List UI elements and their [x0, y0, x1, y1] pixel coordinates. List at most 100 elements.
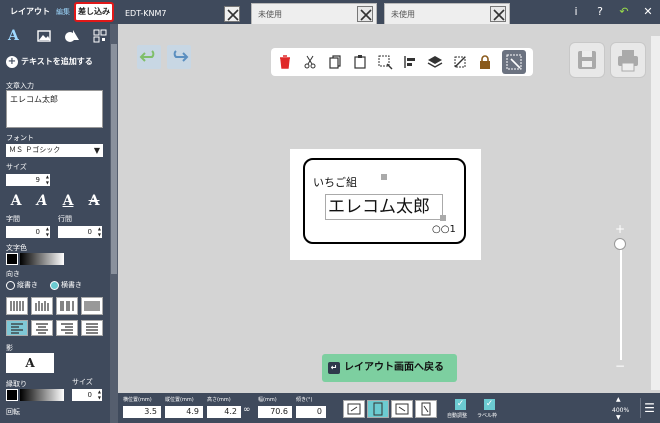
underline-style-button[interactable]: A [58, 192, 78, 210]
text-color-swatch[interactable] [6, 253, 18, 265]
plus-icon: + [6, 55, 18, 68]
align-objects-icon[interactable] [402, 54, 418, 70]
mode-tab-edit[interactable]: 編集 [56, 3, 70, 21]
undo-button[interactable] [137, 45, 161, 69]
italic-style-button[interactable]: A [32, 192, 52, 210]
h-pos-input[interactable]: 3.5 [123, 406, 161, 418]
text-color-gradient-slider[interactable] [20, 253, 64, 265]
add-text-button[interactable]: + テキストを追加する [6, 55, 106, 69]
zoom-slider-track[interactable] [620, 240, 622, 360]
pointer-mode-icon[interactable] [502, 50, 526, 74]
cut-icon[interactable] [302, 54, 318, 70]
align-right-button[interactable] [56, 320, 78, 336]
align-left-button[interactable] [6, 320, 28, 336]
stepper-arrows-icon[interactable]: ▲ ▼ [98, 226, 101, 238]
vertical-writing-radio[interactable]: 縦書き [6, 280, 38, 290]
redo-button[interactable] [167, 45, 191, 69]
print-button[interactable] [610, 42, 646, 78]
paste-icon[interactable] [352, 54, 368, 70]
barcode-style-1-button[interactable] [6, 297, 28, 315]
shadow-style-button[interactable]: A [6, 353, 54, 373]
close-tab-icon[interactable] [357, 6, 373, 22]
auto-adjust-label: 自動調整 [447, 413, 468, 419]
zoom-down-icon[interactable]: ▼ [616, 414, 621, 421]
stepper-arrows-icon[interactable]: ▲ ▼ [46, 226, 49, 238]
document-tab-label: 未使用 [391, 10, 415, 19]
sidebar-scrollbar-thumb[interactable] [111, 44, 117, 274]
border-size-value: 0 [87, 391, 92, 399]
barcode-style-4-button[interactable] [81, 297, 103, 315]
label-text-number[interactable]: ○○1 [432, 224, 456, 235]
barcode-style-3-button[interactable] [56, 297, 78, 315]
document-tab-1[interactable]: EDT-KNM7 [118, 3, 244, 24]
border-size-stepper[interactable]: 0 ▲ ▼ [72, 389, 102, 401]
back-to-layout-button[interactable]: ↵ レイアウト画面へ戻る [322, 354, 457, 382]
orientation-1-button[interactable] [343, 400, 365, 418]
border-color-swatch[interactable] [6, 389, 18, 401]
undo-icon[interactable]: ↶ [616, 4, 632, 20]
image-tool-icon[interactable] [36, 28, 52, 44]
zoom-out-icon[interactable]: − [615, 359, 625, 373]
orientation-4-button[interactable] [415, 400, 437, 418]
zoom-up-icon[interactable]: ▲ [616, 396, 621, 403]
vertical-scrollbar[interactable] [651, 36, 660, 390]
link-icon[interactable]: ∞ [243, 405, 251, 415]
char-spacing-label: 字間 [6, 215, 20, 223]
mode-tab-layout[interactable]: レイアウト [10, 3, 50, 21]
border-label: 縁取り [6, 380, 27, 388]
barcode-style-2-button[interactable] [31, 297, 53, 315]
char-spacing-stepper[interactable]: 0 ▲ ▼ [6, 226, 50, 238]
orientation-3-button[interactable] [391, 400, 413, 418]
sidebar: A + テキストを追加する 文章入力 エレコム太郎 フォント ＭＳ Ｐゴシック ▼ … [0, 24, 118, 423]
h-pos-label: 横位置(mm) [123, 397, 152, 403]
return-icon: ↵ [328, 362, 340, 374]
shape-tool-icon[interactable] [64, 28, 80, 44]
close-icon[interactable]: ✕ [640, 4, 656, 20]
document-tab-3[interactable]: 未使用 [384, 3, 510, 24]
stepper-arrows-icon[interactable]: ▲ ▼ [46, 174, 49, 186]
text-color-label: 文字色 [6, 244, 27, 252]
size-stepper[interactable]: 9 ▲ ▼ [6, 174, 50, 186]
close-tab-icon[interactable] [224, 6, 240, 22]
help-icon[interactable]: ? [592, 4, 608, 20]
text-tool-icon[interactable]: A [8, 28, 24, 44]
stepper-arrows-icon[interactable]: ▲ ▼ [98, 389, 101, 401]
document-tab-2[interactable]: 未使用 [251, 3, 377, 24]
align-justify-button[interactable] [81, 320, 103, 336]
layers-icon[interactable] [427, 54, 443, 70]
strikethrough-style-button[interactable]: A [84, 192, 104, 210]
trash-icon[interactable] [277, 54, 293, 70]
resize-handle[interactable] [440, 215, 446, 221]
qr-code-tool-icon[interactable] [92, 28, 108, 44]
align-center-button[interactable] [31, 320, 53, 336]
zoom-in-icon[interactable]: + [615, 222, 625, 236]
font-select[interactable]: ＭＳ Ｐゴシック ▼ [6, 144, 103, 157]
label-text-class[interactable]: いちご組 [313, 174, 357, 190]
border-size-label: サイズ [72, 378, 93, 386]
label-frame-checkbox[interactable]: ✓ [484, 399, 495, 410]
select-area-icon[interactable] [377, 54, 393, 70]
transform-icon[interactable] [452, 54, 468, 70]
v-pos-input[interactable]: 4.9 [165, 406, 203, 418]
info-icon[interactable]: i [568, 4, 584, 20]
auto-adjust-checkbox[interactable]: ✓ [455, 399, 466, 410]
copy-icon[interactable] [327, 54, 343, 70]
close-tab-icon[interactable] [490, 6, 506, 22]
label-text-name[interactable]: エレコム太郎 [325, 194, 443, 220]
zoom-slider-knob[interactable] [614, 238, 626, 250]
tilt-input[interactable]: 0 [296, 406, 326, 418]
height-input[interactable]: 4.2 [207, 406, 241, 418]
orientation-2-button[interactable] [367, 400, 389, 418]
resize-handle[interactable] [381, 174, 387, 180]
lock-icon[interactable] [477, 54, 493, 70]
horizontal-writing-radio[interactable]: 横書き [50, 280, 82, 290]
save-button[interactable] [569, 42, 605, 78]
rotation-label: 回転 [6, 408, 20, 416]
text-input-field[interactable]: エレコム太郎 [6, 90, 103, 128]
width-input[interactable]: 70.6 [258, 406, 292, 418]
bold-style-button[interactable]: A [6, 192, 26, 210]
menu-icon[interactable]: ☰ [640, 398, 658, 418]
mode-tab-merge[interactable]: 差し込み [74, 2, 114, 22]
border-color-gradient-slider[interactable] [20, 389, 64, 401]
line-spacing-stepper[interactable]: 0 ▲ ▼ [58, 226, 102, 238]
